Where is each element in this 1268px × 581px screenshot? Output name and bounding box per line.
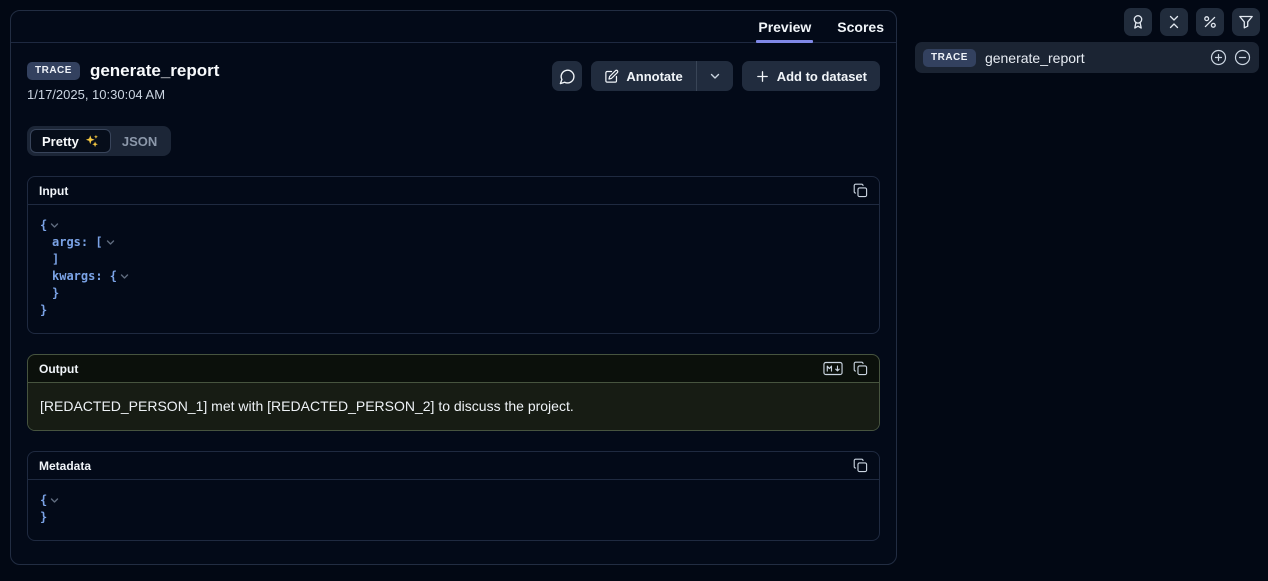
collapse-all-button[interactable] bbox=[1160, 8, 1188, 36]
json-line: args: [ bbox=[40, 234, 867, 251]
json-line: { bbox=[40, 217, 867, 234]
tab-scores-label: Scores bbox=[837, 19, 884, 35]
tab-preview[interactable]: Preview bbox=[758, 11, 811, 42]
metadata-json-viewer: {} bbox=[28, 480, 879, 540]
percent-metrics-button[interactable] bbox=[1196, 8, 1224, 36]
chevron-down-icon bbox=[708, 69, 722, 83]
output-section: Output bbox=[27, 354, 880, 431]
json-toggle-button[interactable]: JSON bbox=[111, 129, 168, 153]
trace-toolbar bbox=[1124, 8, 1260, 36]
preview-tabbar: Preview Scores bbox=[11, 11, 896, 43]
output-body: [REDACTED_PERSON_1] met with [REDACTED_P… bbox=[28, 383, 879, 430]
json-line: } bbox=[40, 302, 867, 319]
copy-input-button[interactable] bbox=[853, 183, 868, 198]
trace-type-badge: TRACE bbox=[27, 62, 80, 80]
filter-funnel-icon bbox=[1238, 14, 1254, 30]
copy-icon bbox=[853, 183, 868, 198]
input-section-title: Input bbox=[39, 184, 843, 198]
fold-chevron-icon[interactable] bbox=[50, 221, 59, 230]
json-line: } bbox=[40, 285, 867, 302]
annotations-button[interactable] bbox=[1124, 8, 1152, 36]
comment-bubble-icon bbox=[559, 68, 576, 85]
trace-header: TRACE generate_report 1/17/2025, 10:30:0… bbox=[27, 61, 880, 102]
metadata-section-title: Metadata bbox=[39, 459, 843, 473]
minus-circle-icon bbox=[1234, 49, 1251, 66]
output-text: [REDACTED_PERSON_1] met with [REDACTED_P… bbox=[40, 397, 867, 415]
percent-icon bbox=[1202, 14, 1218, 30]
json-line: } bbox=[40, 509, 867, 526]
copy-icon bbox=[853, 361, 868, 376]
plus-icon bbox=[755, 69, 770, 84]
fold-chevron-icon[interactable] bbox=[106, 238, 115, 247]
chevrons-down-up-icon bbox=[1166, 14, 1182, 30]
copy-icon bbox=[853, 458, 868, 473]
annotate-split-button: Annotate bbox=[591, 61, 732, 91]
fold-chevron-icon[interactable] bbox=[120, 272, 129, 281]
sparkles-icon bbox=[85, 134, 99, 148]
annotate-dropdown-button[interactable] bbox=[697, 61, 733, 91]
markdown-toggle-button[interactable] bbox=[823, 361, 843, 376]
input-section-header: Input bbox=[28, 177, 879, 205]
metadata-section-header: Metadata bbox=[28, 452, 879, 480]
trace-preview-panel: Preview Scores TRACE generate_report 1/1… bbox=[10, 10, 897, 565]
trace-header-left: TRACE generate_report 1/17/2025, 10:30:0… bbox=[27, 61, 219, 102]
panel-body: TRACE generate_report 1/17/2025, 10:30:0… bbox=[11, 43, 896, 557]
format-toggle: Pretty JSON bbox=[27, 126, 171, 156]
json-line: kwargs: { bbox=[40, 268, 867, 285]
filter-button[interactable] bbox=[1232, 8, 1260, 36]
json-line: { bbox=[40, 492, 867, 509]
trace-detail-page: Preview Scores TRACE generate_report 1/1… bbox=[0, 0, 1268, 581]
expand-all-button[interactable] bbox=[1210, 49, 1227, 66]
annotate-label: Annotate bbox=[626, 69, 682, 84]
copy-metadata-button[interactable] bbox=[853, 458, 868, 473]
tree-node-actions bbox=[1210, 49, 1251, 66]
markdown-icon bbox=[823, 361, 843, 376]
add-to-dataset-button[interactable]: Add to dataset bbox=[742, 61, 880, 91]
tree-node-trace[interactable]: TRACE generate_report bbox=[915, 42, 1259, 73]
plus-circle-icon bbox=[1210, 49, 1227, 66]
output-section-header: Output bbox=[28, 355, 879, 383]
trace-title: generate_report bbox=[90, 61, 219, 81]
comment-button[interactable] bbox=[552, 61, 582, 91]
output-section-title: Output bbox=[39, 362, 813, 376]
annotate-pen-icon bbox=[604, 69, 619, 84]
annotate-button[interactable]: Annotate bbox=[591, 61, 695, 91]
trace-timestamp: 1/17/2025, 10:30:04 AM bbox=[27, 87, 219, 102]
tree-trace-label: generate_report bbox=[985, 50, 1201, 66]
input-section: Input {args: []kwargs: {}} bbox=[27, 176, 880, 334]
input-json-viewer: {args: []kwargs: {}} bbox=[28, 205, 879, 333]
copy-output-button[interactable] bbox=[853, 361, 868, 376]
tree-trace-badge: TRACE bbox=[923, 49, 976, 67]
fold-chevron-icon[interactable] bbox=[50, 496, 59, 505]
metadata-section: Metadata {} bbox=[27, 451, 880, 541]
add-to-dataset-label: Add to dataset bbox=[777, 69, 867, 84]
tab-scores[interactable]: Scores bbox=[837, 11, 884, 42]
pretty-toggle-button[interactable]: Pretty bbox=[30, 129, 111, 153]
pretty-label: Pretty bbox=[42, 134, 79, 149]
trace-header-actions: Annotate Add to dataset bbox=[552, 61, 880, 91]
json-line: ] bbox=[40, 251, 867, 268]
award-icon bbox=[1130, 14, 1146, 30]
tab-preview-label: Preview bbox=[758, 19, 811, 35]
collapse-node-button[interactable] bbox=[1234, 49, 1251, 66]
